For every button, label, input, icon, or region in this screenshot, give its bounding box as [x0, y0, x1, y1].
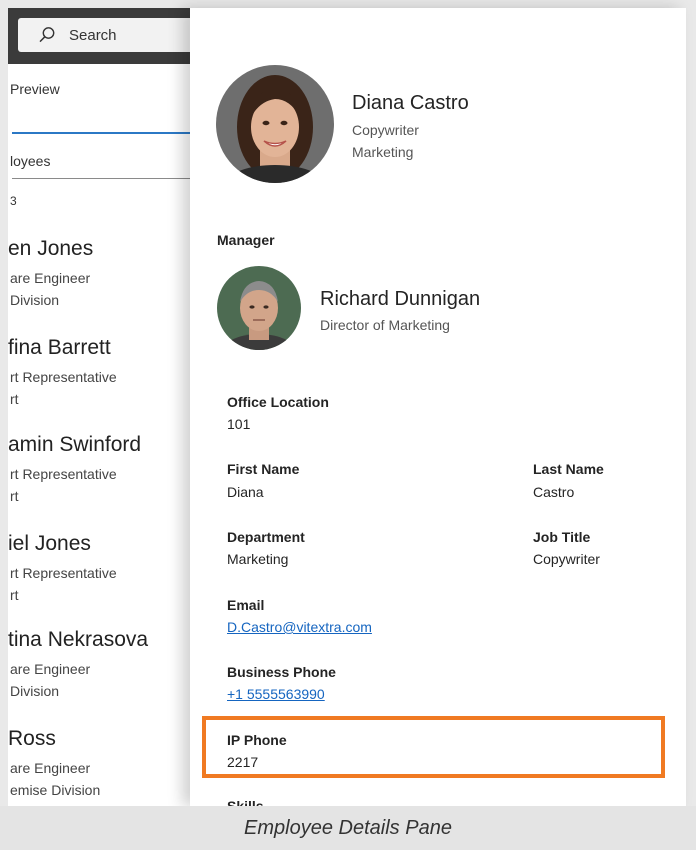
employee-list-panel: Search Preview loyees 3 en Jones are Eng…	[8, 8, 198, 806]
employee-name: amin Swinford	[8, 433, 142, 456]
preview-tab[interactable]: Preview	[10, 81, 60, 97]
employee-avatar	[216, 65, 334, 183]
employee-name: Ross	[8, 727, 56, 750]
manager-heading: Manager	[217, 232, 275, 248]
employee-name: iel Jones	[8, 532, 91, 555]
first-name-value: Diana	[227, 484, 264, 500]
employee-role: rt Representative	[10, 369, 117, 385]
department-label: Department	[227, 529, 305, 545]
employee-name: en Jones	[8, 237, 94, 260]
employee-count: 3	[10, 194, 17, 208]
business-phone-link[interactable]: +1 5555563990	[227, 686, 325, 702]
department-value: Marketing	[227, 551, 289, 567]
search-icon	[39, 27, 55, 43]
employee-role: are Engineer	[10, 270, 91, 286]
employee-department: Marketing	[352, 144, 414, 160]
employee-role: rt Representative	[10, 466, 117, 482]
employees-underline	[12, 178, 194, 179]
job-title-value: Copywriter	[533, 551, 600, 567]
employee-name: Diana Castro	[352, 92, 469, 114]
first-name-label: First Name	[227, 461, 300, 477]
job-title-label: Job Title	[533, 529, 591, 545]
ip-phone-value: 2217	[227, 754, 259, 770]
employee-dept: rt	[10, 587, 19, 603]
email-link[interactable]: D.Castro@vitextra.com	[227, 619, 372, 635]
employee-dept: Division	[10, 292, 60, 308]
email-label: Email	[227, 597, 265, 613]
employee-role: are Engineer	[10, 661, 91, 677]
search-box[interactable]: Search	[18, 18, 198, 52]
employee-dept: rt	[10, 488, 19, 504]
office-location-value: 101	[227, 416, 251, 432]
employee-name: fina Barrett	[8, 336, 111, 359]
caption: Employee Details Pane	[0, 806, 696, 850]
skills-label: Skills	[227, 798, 264, 806]
ip-phone-label: IP Phone	[227, 732, 287, 748]
employee-dept: Division	[10, 683, 60, 699]
last-name-value: Castro	[533, 484, 575, 500]
manager-avatar[interactable]	[217, 266, 301, 350]
office-location-label: Office Location	[227, 394, 329, 410]
last-name-label: Last Name	[533, 461, 604, 477]
employee-title: Copywriter	[352, 122, 419, 138]
employee-dept: rt	[10, 391, 19, 407]
employee-role: are Engineer	[10, 760, 91, 776]
employee-dept: emise Division	[10, 782, 101, 798]
employee-role: rt Representative	[10, 565, 117, 581]
employee-name: tina Nekrasova	[8, 628, 149, 651]
employee-details-pane: Diana Castro Copywriter Marketing Manage…	[190, 8, 686, 806]
preview-underline	[12, 132, 194, 134]
top-bar: Search	[8, 8, 198, 64]
manager-title: Director of Marketing	[320, 317, 450, 333]
manager-name[interactable]: Richard Dunnigan	[320, 288, 480, 311]
business-phone-label: Business Phone	[227, 664, 336, 680]
employees-field[interactable]: loyees	[10, 153, 50, 169]
search-label: Search	[69, 27, 117, 44]
